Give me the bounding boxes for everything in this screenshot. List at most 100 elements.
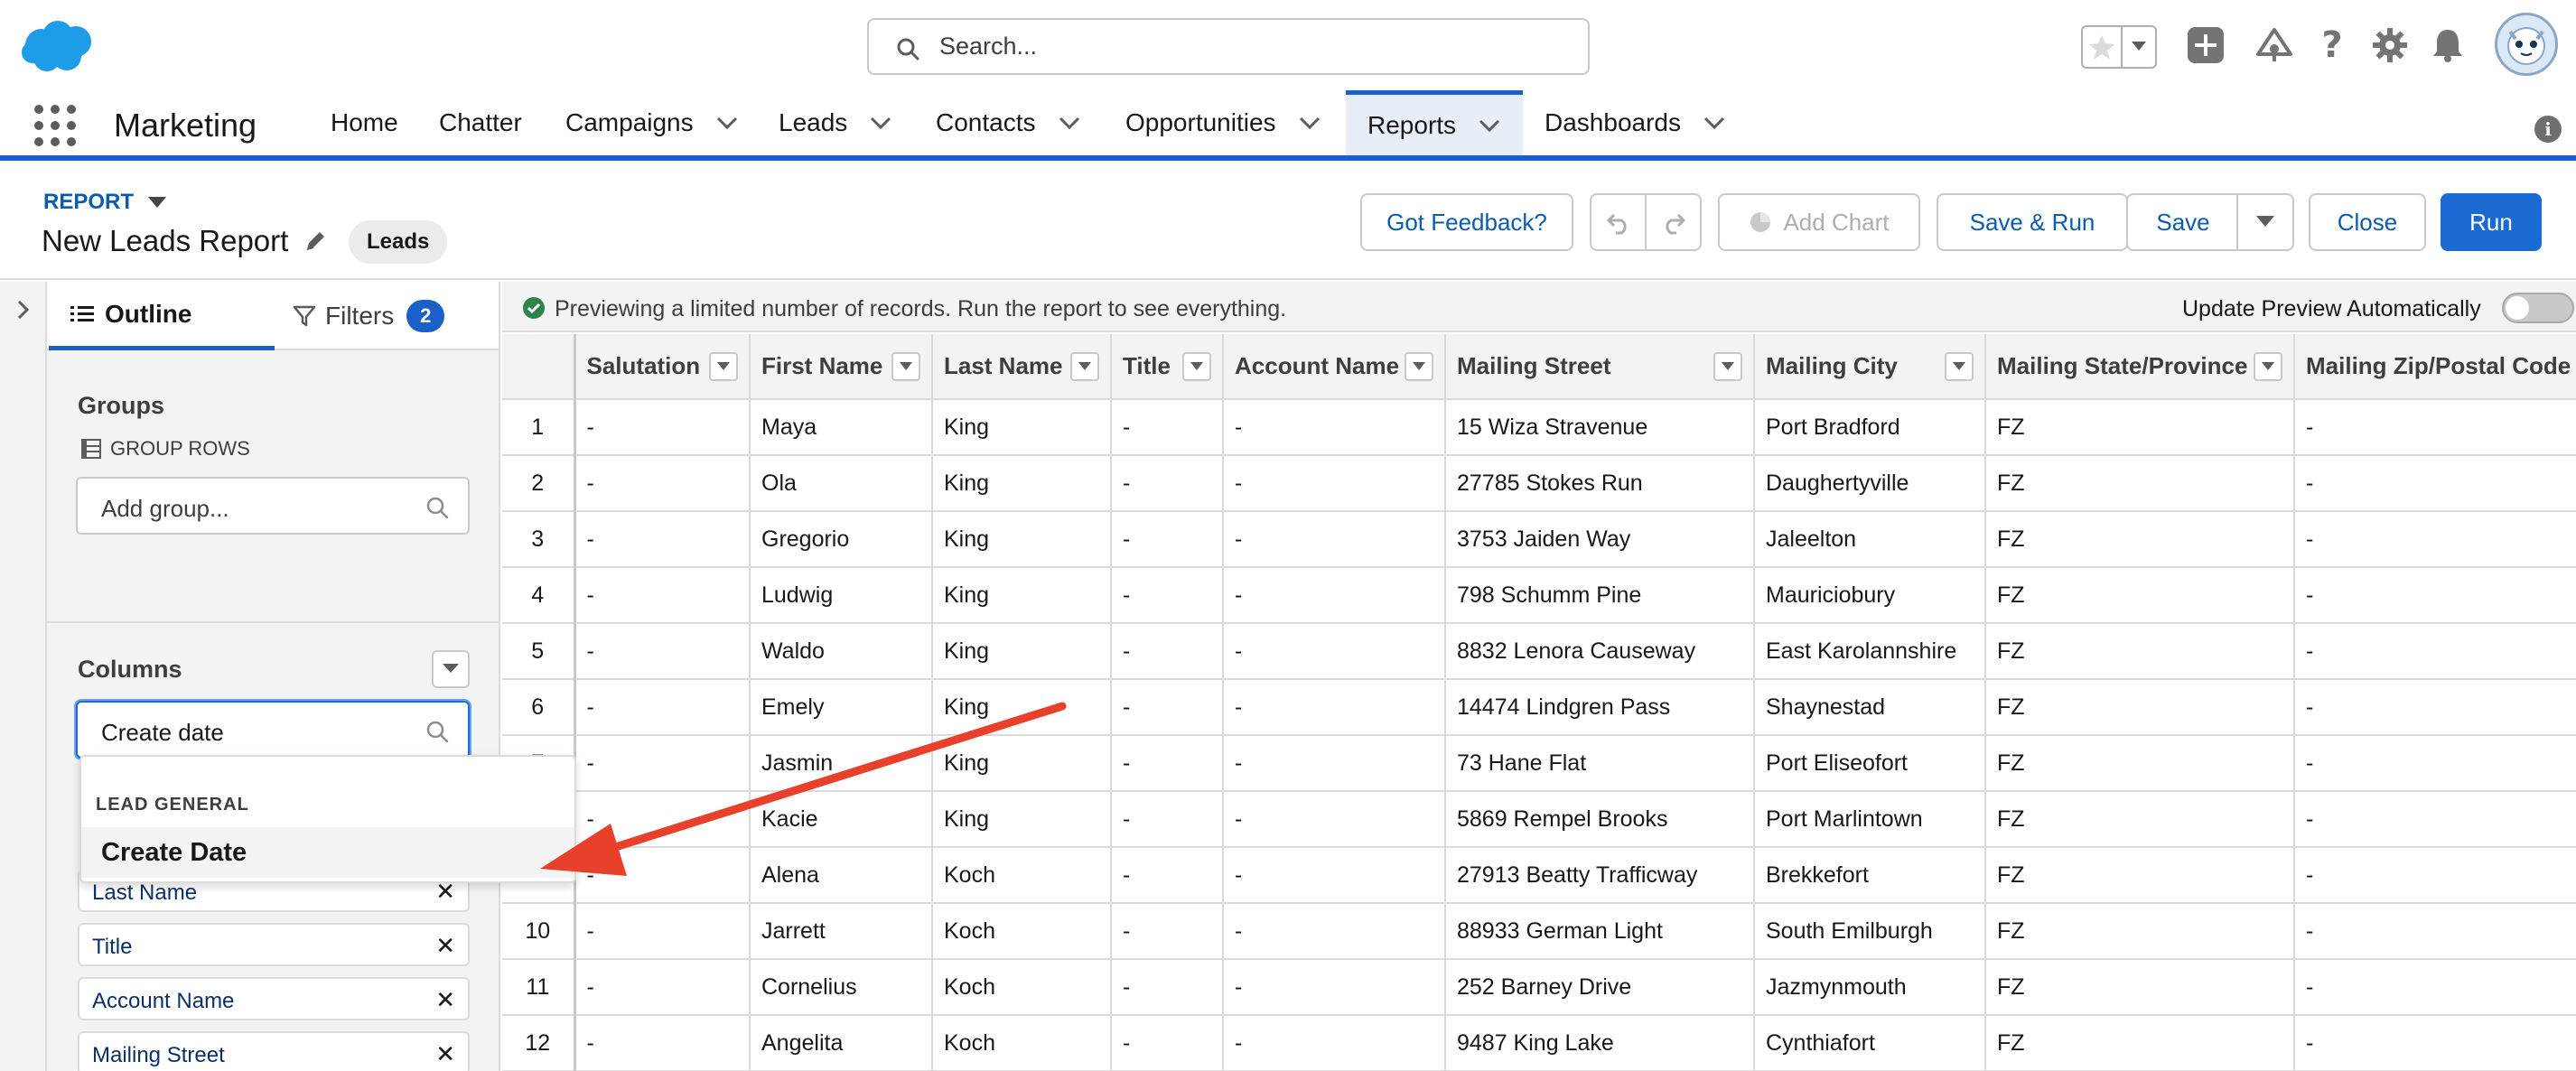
trailhead-button[interactable]: [2254, 25, 2294, 65]
table-cell: -: [2294, 623, 2576, 680]
nav-item-home[interactable]: Home: [309, 90, 420, 155]
close-button[interactable]: Close: [2309, 193, 2426, 251]
salesforce-cloud-logo[interactable]: [20, 18, 98, 74]
gear-icon: [2373, 28, 2407, 62]
table-cell: -: [1111, 455, 1224, 512]
table-cell: King: [932, 567, 1112, 624]
column-header[interactable]: Last Name: [932, 334, 1112, 400]
nav-item-campaigns[interactable]: Campaigns: [544, 90, 761, 155]
save-menu-button[interactable]: [2236, 193, 2294, 251]
columns-search-input[interactable]: Create date: [76, 701, 470, 759]
column-menu-button[interactable]: [1070, 352, 1099, 381]
columns-menu-button[interactable]: [432, 650, 470, 688]
column-header-label: Account Name: [1235, 352, 1400, 379]
tab-filters[interactable]: Filters 2: [293, 282, 445, 350]
row-number-cell: 1: [502, 399, 576, 456]
table-cell: Shaynestad: [1754, 679, 1986, 736]
column-header[interactable]: Mailing Zip/Postal Code: [2294, 334, 2576, 400]
nav-item-opportunities[interactable]: Opportunities: [1104, 90, 1343, 155]
outline-panel: Outline Filters 2 Groups GROUP ROWS Add …: [47, 282, 500, 1071]
row-number-header: [502, 334, 576, 400]
table-cell: Jaleelton: [1754, 511, 1986, 568]
user-avatar[interactable]: [2495, 13, 2558, 76]
nav-item-chatter[interactable]: Chatter: [417, 90, 544, 155]
nav-item-label: Leads: [779, 108, 848, 136]
table-cell: Alena: [750, 847, 933, 904]
column-menu-button[interactable]: [1945, 352, 1974, 381]
chevron-down-icon[interactable]: [1478, 116, 1501, 135]
nav-item-leads[interactable]: Leads: [757, 90, 914, 155]
remove-column-icon[interactable]: ✕: [435, 986, 455, 1014]
remove-column-icon[interactable]: ✕: [435, 1040, 455, 1068]
app-launcher-button[interactable]: [34, 105, 76, 146]
remove-column-icon[interactable]: ✕: [435, 932, 455, 960]
info-icon[interactable]: i: [2534, 116, 2562, 143]
dropdown-option-create-date[interactable]: Create Date: [81, 827, 574, 878]
column-search-dropdown: LEAD GENERAL Create Date: [79, 755, 576, 883]
astro-avatar-icon: [2507, 27, 2545, 65]
favorite-star-button[interactable]: [2083, 27, 2123, 67]
table-cell: -: [1223, 455, 1446, 512]
undo-icon[interactable]: [1605, 210, 1632, 235]
table-row: 11- Cornelius Koch - -252 Barney Drive Jazmyn…: [502, 959, 2576, 1016]
caret-down-icon: [443, 664, 459, 673]
table-cell: -: [574, 511, 751, 568]
column-header[interactable]: Title: [1111, 334, 1224, 400]
global-create-button[interactable]: [2186, 25, 2226, 65]
column-menu-button[interactable]: [1405, 352, 1433, 381]
chevron-down-icon[interactable]: [1058, 114, 1081, 132]
redo-icon[interactable]: [1660, 210, 1687, 235]
table-cell: -: [1111, 791, 1224, 848]
column-header[interactable]: Account Name: [1223, 334, 1446, 400]
favorites-menu-button[interactable]: [2123, 27, 2155, 67]
column-header[interactable]: Salutation: [574, 334, 751, 400]
add-chart-button[interactable]: Add Chart: [1718, 193, 1920, 251]
column-header[interactable]: Mailing State/Province: [1985, 334, 2295, 400]
table-cell: Koch: [932, 1015, 1112, 1071]
column-pill[interactable]: Account Name ✕: [78, 977, 470, 1020]
chevron-down-icon[interactable]: [1298, 114, 1321, 132]
save-and-run-button[interactable]: Save & Run: [1937, 193, 2128, 251]
column-menu-button[interactable]: [2254, 352, 2282, 381]
run-button[interactable]: Run: [2441, 193, 2542, 251]
auto-update-toggle[interactable]: [2502, 293, 2574, 323]
chevron-down-icon[interactable]: [715, 114, 739, 132]
column-pill[interactable]: Title ✕: [78, 923, 470, 966]
setup-button[interactable]: [2370, 25, 2410, 65]
column-header-label: Title: [1123, 352, 1171, 379]
caret-down-icon: [1078, 362, 1091, 370]
column-header[interactable]: Mailing Street: [1445, 334, 1755, 400]
caret-down-icon: [1722, 362, 1734, 370]
table-cell: -: [2294, 735, 2576, 792]
help-button[interactable]: ?: [2312, 24, 2352, 66]
column-menu-button[interactable]: [1182, 352, 1211, 381]
table-cell: -: [2294, 511, 2576, 568]
chevron-down-icon[interactable]: [1703, 114, 1726, 132]
tab-outline[interactable]: Outline: [49, 282, 275, 350]
save-button[interactable]: Save: [2126, 193, 2240, 251]
chevron-down-icon[interactable]: [869, 114, 892, 132]
favorites-button-group: [2081, 25, 2157, 69]
chevron-right-icon[interactable]: [14, 298, 33, 321]
global-search-input[interactable]: Search...: [867, 18, 1590, 75]
column-pill[interactable]: Mailing Street ✕: [78, 1031, 470, 1071]
column-header[interactable]: First Name: [750, 334, 933, 400]
nav-item-dashboards[interactable]: Dashboards: [1523, 90, 1748, 155]
column-header[interactable]: Mailing City: [1754, 334, 1986, 400]
panel-collapse-strip[interactable]: [0, 282, 47, 1071]
column-menu-button[interactable]: [891, 352, 920, 381]
filters-count-badge: 2: [406, 300, 445, 332]
add-group-input[interactable]: Add group...: [76, 477, 470, 535]
column-header-label: Mailing State/Province: [1997, 352, 2248, 379]
column-menu-button[interactable]: [1713, 352, 1742, 381]
nav-item-reports[interactable]: Reports: [1346, 90, 1523, 155]
notifications-button[interactable]: [2428, 25, 2468, 65]
launcher-dot: [67, 121, 76, 130]
report-type-menu[interactable]: REPORT: [43, 190, 167, 215]
edit-pencil-icon[interactable]: [303, 229, 327, 253]
column-menu-button[interactable]: [709, 352, 738, 381]
nav-item-contacts[interactable]: Contacts: [914, 90, 1103, 155]
auto-update-label: Update Preview Automatically: [2182, 296, 2481, 321]
got-feedback-button[interactable]: Got Feedback?: [1360, 193, 1573, 251]
rows-icon: [81, 439, 101, 459]
